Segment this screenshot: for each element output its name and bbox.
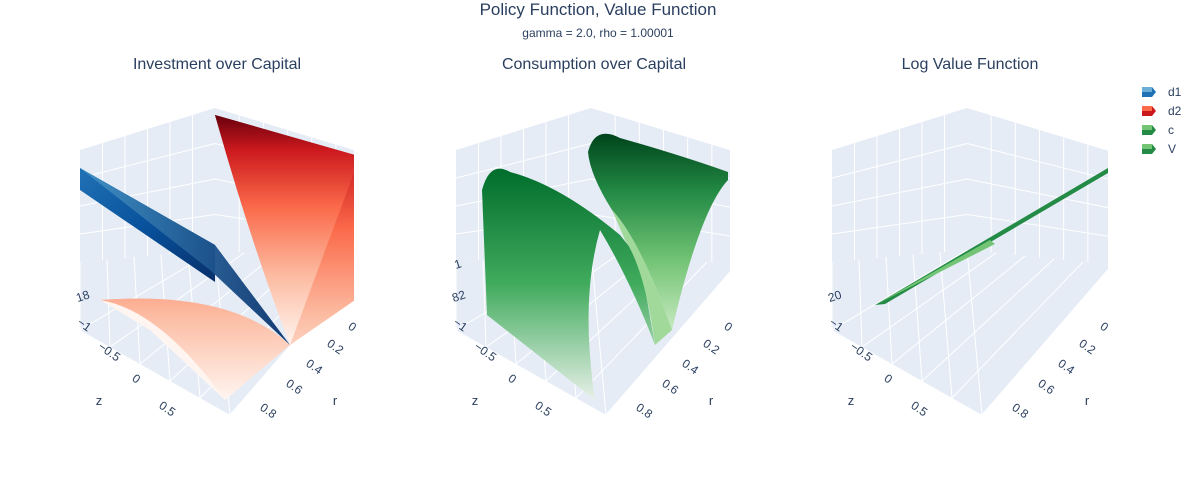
tick-z-2: 0 xyxy=(130,371,144,386)
legend-item-v[interactable]: V xyxy=(1140,139,1198,158)
axis-label-r: r xyxy=(709,393,714,408)
tick-r-2: 0.4 xyxy=(303,356,325,377)
legend-swatch-v xyxy=(1142,143,1156,154)
axis-label-r: r xyxy=(333,393,338,408)
tick-r-3: 0.6 xyxy=(1035,376,1057,397)
axis-label-z: z xyxy=(472,393,479,408)
tick-r-3: 0.6 xyxy=(659,376,681,397)
legend-label-d1: d1 xyxy=(1168,84,1182,99)
tick-r-1: 0.2 xyxy=(700,336,722,357)
legend-swatch-d1 xyxy=(1142,86,1156,97)
tick-r-4: 0.8 xyxy=(257,400,279,421)
legend-item-c[interactable]: c xyxy=(1140,120,1198,139)
axis-label-z: z xyxy=(96,393,103,408)
tick-z-3: 0.5 xyxy=(908,398,930,419)
tick-r-2: 0.4 xyxy=(1055,356,1077,377)
tick-r-3: 0.6 xyxy=(283,376,305,397)
tick-r-4: 0.8 xyxy=(1009,400,1031,421)
legend-label-d2: d2 xyxy=(1168,103,1182,118)
tick-z-2: 0 xyxy=(882,371,896,386)
tick-r-0: 0 xyxy=(722,319,736,334)
legend-swatch-d2 xyxy=(1142,105,1156,116)
floor xyxy=(832,250,1108,415)
legend-swatch-c xyxy=(1142,124,1156,135)
legend-label-c: c xyxy=(1168,122,1174,137)
legend-label-v: V xyxy=(1168,141,1177,156)
tick-z-2: 0 xyxy=(506,371,520,386)
tick-r-0: 0 xyxy=(346,319,360,334)
axis-label-r: r xyxy=(1085,393,1090,408)
tick-z-3: 0.5 xyxy=(156,398,178,419)
tick-r-0: 0 xyxy=(1098,319,1112,334)
legend: d1 d2 c V xyxy=(1140,82,1198,158)
tick-r-1: 0.2 xyxy=(324,336,346,357)
tick-r-4: 0.8 xyxy=(633,400,655,421)
tick-r-1: 0.2 xyxy=(1076,336,1098,357)
legend-item-d2[interactable]: d2 xyxy=(1140,101,1198,120)
plot-area[interactable]: −1−0.500.500.20.40.60.818z r−1−0.500.500.… xyxy=(0,0,1200,500)
tick-r-2: 0.4 xyxy=(679,356,701,377)
axis-label-z: z xyxy=(848,393,855,408)
legend-item-d1[interactable]: d1 xyxy=(1140,82,1198,101)
tick-z-3: 0.5 xyxy=(532,398,554,419)
